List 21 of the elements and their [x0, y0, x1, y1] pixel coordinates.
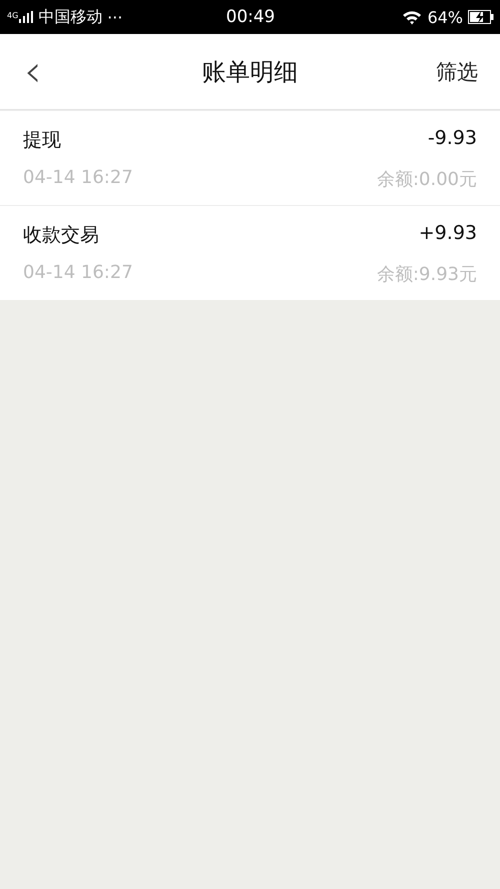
transaction-time: 04-14 16:27: [23, 167, 134, 190]
clock: 00:49: [226, 7, 275, 27]
filter-button[interactable]: 筛选: [436, 58, 478, 86]
battery-charging-icon: [468, 10, 494, 24]
transaction-time: 04-14 16:27: [23, 262, 134, 285]
network-label: 4G: [7, 11, 18, 20]
battery-percent: 64%: [427, 8, 463, 26]
signal-icon: [19, 11, 34, 23]
back-button[interactable]: ‹: [24, 50, 42, 94]
transaction-title: 提现: [23, 128, 62, 153]
transaction-row[interactable]: 提现 -9.93 04-14 16:27 余额:0.00元: [0, 110, 500, 205]
page-title: 账单明细: [202, 56, 298, 88]
carrier-name: 中国移动: [38, 6, 102, 28]
transaction-row[interactable]: 收款交易 +9.93 04-14 16:27 余额:9.93元: [0, 205, 500, 300]
balance-text: 余额:9.93元: [376, 263, 477, 286]
more-indicator: ···: [107, 8, 123, 26]
transaction-amount: +9.93: [418, 222, 477, 246]
transaction-title: 收款交易: [23, 223, 100, 248]
balance-text: 余额:0.00元: [376, 168, 477, 191]
wifi-icon: [402, 10, 422, 24]
transaction-amount: -9.93: [426, 127, 477, 151]
